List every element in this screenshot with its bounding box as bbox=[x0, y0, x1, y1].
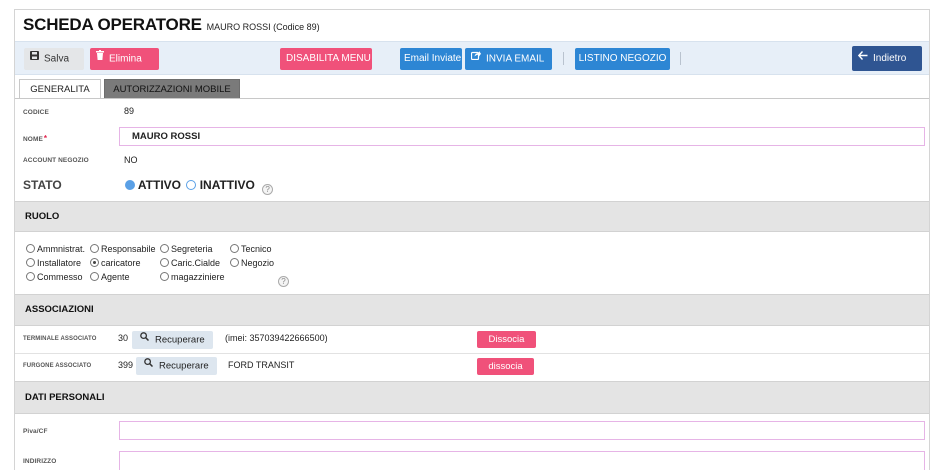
role-option-label: Commesso bbox=[37, 272, 83, 282]
back-button-label: Indietro bbox=[873, 53, 907, 65]
row-divider bbox=[15, 353, 929, 354]
role-option-label: Caric.Cialde bbox=[171, 258, 221, 268]
sent-emails-button[interactable]: Email Inviate bbox=[400, 48, 462, 70]
radio-icon bbox=[90, 244, 99, 254]
role-option-label: Negozio bbox=[241, 258, 275, 268]
delete-button[interactable]: Elimina bbox=[90, 48, 159, 70]
role-option-label: Installatore bbox=[37, 258, 82, 268]
radio-icon bbox=[160, 244, 169, 254]
toolbar: Salva Elimina DISABILITA MENU Email Invi… bbox=[15, 41, 929, 75]
vat-label: Piva/CF bbox=[23, 428, 48, 435]
address-field[interactable] bbox=[119, 451, 925, 470]
store-account-value: NO bbox=[124, 155, 138, 165]
page-title: SCHEDA OPERATORE bbox=[23, 15, 202, 34]
role-option-label: magazziniere bbox=[171, 272, 225, 282]
delete-button-label: Elimina bbox=[109, 53, 142, 65]
role-option[interactable]: Ammnistrat. bbox=[26, 244, 85, 254]
role-option-label: Ammnistrat. bbox=[37, 244, 86, 254]
role-option-label: Tecnico bbox=[241, 244, 272, 254]
role-option[interactable]: Caric.Cialde bbox=[160, 258, 220, 268]
terminal-info: (imei: 357039422666500) bbox=[225, 333, 328, 343]
store-price-list-button[interactable]: LISTINO NEGOZIO bbox=[575, 48, 670, 70]
status-active-radio[interactable] bbox=[125, 179, 135, 190]
terminal-label: TERMINALE ASSOCIATO bbox=[23, 336, 97, 342]
van-label: FURGONE ASSOCIATO bbox=[23, 363, 92, 369]
code-value: 89 bbox=[124, 106, 135, 116]
search-icon bbox=[144, 356, 154, 374]
van-info: FORD TRANSIT bbox=[228, 360, 295, 370]
radio-icon bbox=[230, 258, 239, 268]
role-option[interactable]: Commesso bbox=[26, 272, 83, 282]
required-marker: * bbox=[43, 134, 48, 143]
toolbar-divider bbox=[680, 52, 681, 65]
van-dissociate-button[interactable]: dissocia bbox=[477, 358, 534, 375]
address-label: INDIRIZZO bbox=[23, 458, 57, 465]
radio-icon bbox=[160, 272, 169, 282]
name-label: NOME* bbox=[23, 134, 47, 143]
arrow-left-icon bbox=[857, 45, 868, 70]
page-subtitle: MAURO ROSSI (Codice 89) bbox=[206, 22, 320, 32]
search-icon bbox=[140, 330, 150, 348]
role-option[interactable]: Agente bbox=[90, 272, 130, 282]
van-search-button[interactable]: Recuperare bbox=[136, 357, 217, 375]
role-option[interactable]: magazziniere bbox=[160, 272, 225, 282]
tab-bar: GENERALITA AUTORIZZAZIONI MOBILE bbox=[15, 79, 929, 99]
disable-menu-button[interactable]: DISABILITA MENU bbox=[280, 48, 372, 70]
send-email-button[interactable]: INVIA EMAIL bbox=[465, 48, 552, 70]
role-option[interactable]: Segreteria bbox=[160, 244, 213, 254]
back-button[interactable]: Indietro bbox=[852, 46, 922, 71]
tab-generalita[interactable]: GENERALITA bbox=[19, 79, 101, 99]
role-option[interactable]: Responsabile bbox=[90, 244, 156, 254]
associations-section-header: ASSOCIAZIONI bbox=[15, 294, 929, 326]
status-help-icon[interactable]: ? bbox=[262, 184, 274, 195]
store-account-label: ACCOUNT NEGOZIO bbox=[23, 157, 89, 164]
role-option-selected[interactable]: caricatore bbox=[90, 258, 141, 268]
save-button[interactable]: Salva bbox=[24, 48, 84, 70]
radio-icon bbox=[26, 258, 35, 268]
vat-field[interactable] bbox=[119, 421, 925, 440]
terminal-id: 30 bbox=[118, 333, 129, 343]
name-field[interactable]: MAURO ROSSI bbox=[119, 127, 925, 146]
tab-autorizzazioni-mobile[interactable]: AUTORIZZAZIONI MOBILE bbox=[104, 79, 240, 99]
terminal-search-label: Recuperare bbox=[155, 334, 205, 346]
status-inactive-label: INATTIVO bbox=[199, 178, 255, 192]
personal-data-section-header: DATI PERSONALI bbox=[15, 381, 929, 414]
terminal-dissociate-button[interactable]: Dissocia bbox=[477, 331, 536, 348]
role-option-label: Agente bbox=[101, 272, 130, 282]
role-option-label: Responsabile bbox=[101, 244, 156, 254]
status-label: STATO bbox=[23, 178, 62, 192]
toolbar-divider bbox=[563, 52, 564, 65]
role-option-label: Segreteria bbox=[171, 244, 213, 254]
van-search-label: Recuperare bbox=[159, 360, 209, 372]
share-icon bbox=[470, 47, 481, 69]
floppy-disk-icon bbox=[30, 47, 39, 69]
role-help-icon[interactable]: ? bbox=[278, 276, 289, 287]
status-active-label: ATTIVO bbox=[137, 178, 181, 192]
terminal-search-button[interactable]: Recuperare bbox=[132, 331, 213, 349]
radio-icon bbox=[230, 244, 239, 254]
name-label-text: NOME bbox=[23, 136, 43, 143]
page-header: SCHEDA OPERATORE MAURO ROSSI (Codice 89) bbox=[23, 15, 320, 39]
role-option[interactable]: Installatore bbox=[26, 258, 81, 268]
radio-icon bbox=[160, 258, 169, 268]
van-id: 399 bbox=[118, 360, 134, 370]
radio-selected-icon bbox=[90, 258, 99, 268]
radio-icon bbox=[90, 272, 99, 282]
radio-icon bbox=[26, 272, 35, 282]
role-option[interactable]: Negozio bbox=[230, 258, 274, 268]
role-option[interactable]: Tecnico bbox=[230, 244, 272, 254]
role-option-label: caricatore bbox=[101, 258, 141, 268]
role-section-header: RUOLO bbox=[15, 201, 929, 232]
radio-icon bbox=[26, 244, 35, 254]
send-email-button-label: INVIA EMAIL bbox=[486, 53, 545, 65]
status-inactive-radio[interactable] bbox=[186, 179, 197, 190]
trash-icon bbox=[96, 47, 104, 69]
status-radio-group: ATTIVO INATTIVO ? bbox=[125, 178, 274, 195]
save-button-label: Salva bbox=[44, 53, 70, 65]
tab-divider bbox=[15, 98, 929, 99]
code-label: CODICE bbox=[23, 109, 49, 116]
operator-form: SCHEDA OPERATORE MAURO ROSSI (Codice 89)… bbox=[14, 9, 930, 470]
